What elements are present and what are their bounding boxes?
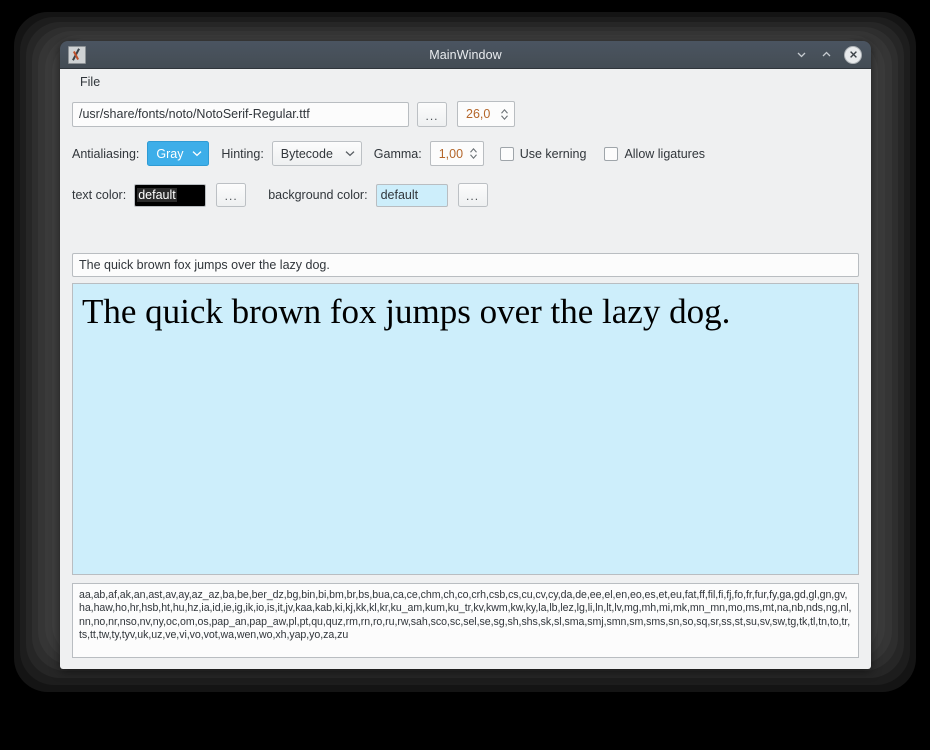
maximize-icon[interactable]	[819, 48, 833, 62]
background-color-label: background color:	[268, 188, 368, 202]
chevron-down-icon	[192, 150, 202, 157]
background-color-value: default	[380, 188, 419, 202]
main-window: MainWindow File /usr/share/fonts/noto/No…	[60, 41, 871, 669]
antialiasing-select[interactable]: Gray	[147, 141, 210, 166]
chevron-down-icon	[345, 150, 355, 157]
gamma-spinbox[interactable]: 1,00	[429, 141, 484, 166]
font-size-spinbox[interactable]: 26,0	[457, 101, 515, 127]
menu-bar: File	[60, 69, 871, 94]
font-size-value: 26,0	[466, 107, 491, 121]
gamma-value: 1,00	[438, 146, 464, 161]
hinting-label: Hinting:	[221, 146, 264, 161]
window-controls	[794, 45, 871, 64]
gamma-label: Gamma:	[373, 146, 422, 161]
text-color-label: text color:	[72, 188, 127, 202]
minimize-icon[interactable]	[794, 48, 808, 62]
font-path-row: /usr/share/fonts/noto/NotoSerif-Regular.…	[72, 101, 515, 127]
window-titlebar[interactable]: MainWindow	[60, 41, 871, 69]
background-color-input[interactable]: default	[375, 183, 448, 207]
sample-text-input[interactable]: The quick brown fox jumps over the lazy …	[72, 253, 859, 277]
spinner-arrows-icon[interactable]	[500, 108, 509, 121]
allow-ligatures-checkbox-row[interactable]: Allow ligatures	[604, 146, 706, 161]
use-kerning-checkbox-row[interactable]: Use kerning	[499, 146, 587, 161]
hinting-value: Bytecode	[280, 146, 333, 161]
background-color-picker-button[interactable]: ...	[457, 183, 488, 207]
antialiasing-label: Antialiasing:	[72, 146, 140, 161]
window-title: MainWindow	[429, 47, 502, 62]
font-preview-text: The quick brown fox jumps over the lazy …	[82, 292, 731, 331]
spinner-arrows-icon[interactable]	[469, 147, 478, 160]
app-icon	[68, 45, 86, 64]
text-color-value: default	[137, 188, 177, 202]
font-path-input[interactable]: /usr/share/fonts/noto/NotoSerif-Regular.…	[72, 101, 409, 127]
hinting-select[interactable]: Bytecode	[271, 141, 362, 166]
use-kerning-label: Use kerning	[519, 146, 587, 161]
font-preview-panel: The quick brown fox jumps over the lazy …	[72, 283, 859, 575]
language-coverage-panel[interactable]: aa,ab,af,ak,an,ast,av,ay,az_az,ba,be,ber…	[72, 583, 859, 658]
language-coverage-text: aa,ab,af,ak,an,ast,av,ay,az_az,ba,be,ber…	[79, 589, 852, 641]
window-body: File /usr/share/fonts/noto/NotoSerif-Reg…	[60, 69, 871, 669]
text-color-input[interactable]: default	[134, 183, 207, 207]
desktop-backdrop: MainWindow File /usr/share/fonts/noto/No…	[0, 0, 930, 750]
antialiasing-value: Gray	[156, 146, 184, 161]
close-icon[interactable]	[844, 45, 862, 64]
text-color-picker-button[interactable]: ...	[216, 183, 247, 207]
allow-ligatures-label: Allow ligatures	[624, 146, 706, 161]
menu-item-file[interactable]: File	[72, 73, 108, 91]
font-path-browse-button[interactable]: ...	[417, 101, 447, 127]
colors-row: text color: default ... background color…	[72, 183, 488, 207]
allow-ligatures-checkbox[interactable]	[604, 146, 619, 161]
use-kerning-checkbox[interactable]	[499, 146, 514, 161]
render-options-row: Antialiasing: Gray Hinting: Bytecode Gam…	[72, 141, 705, 166]
